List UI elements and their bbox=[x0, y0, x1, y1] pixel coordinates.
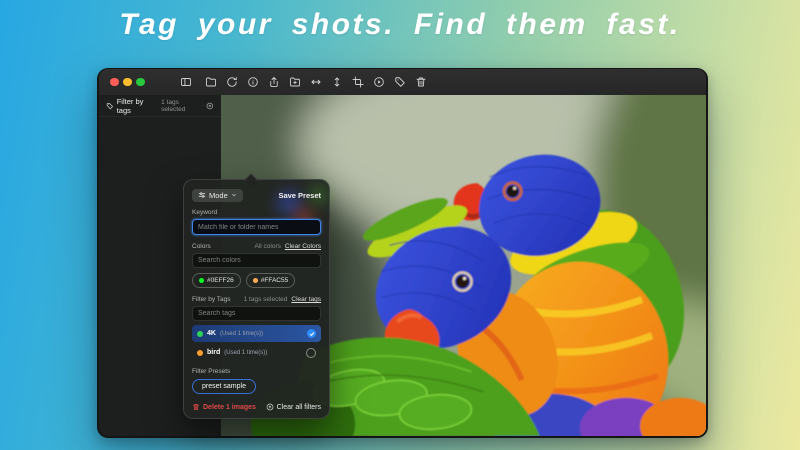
toolbar bbox=[205, 76, 428, 89]
app-window: Filter by tags 1 tags selected bbox=[97, 68, 708, 438]
close-button[interactable] bbox=[110, 78, 119, 87]
marketing-stage: Tag your shots. Find them fast. Filter b… bbox=[0, 0, 800, 450]
circle-x-icon bbox=[266, 403, 274, 411]
tag-color-dot bbox=[197, 350, 203, 356]
play-circle-icon[interactable] bbox=[373, 76, 386, 89]
zoom-button[interactable] bbox=[136, 78, 145, 87]
traffic-lights bbox=[110, 78, 145, 87]
tag-name: 4K bbox=[207, 330, 216, 337]
color-chip[interactable]: #0EFF26 bbox=[192, 273, 241, 288]
arrows-horizontal-icon[interactable] bbox=[310, 76, 323, 89]
minimize-button[interactable] bbox=[123, 78, 132, 87]
tag-name: bird bbox=[207, 349, 220, 356]
sidebar-toggle-icon[interactable] bbox=[180, 76, 192, 88]
color-hex: #0EFF26 bbox=[207, 277, 234, 284]
search-tags-input[interactable] bbox=[198, 310, 315, 317]
search-colors-input[interactable] bbox=[198, 257, 315, 264]
clear-selection-icon[interactable] bbox=[206, 102, 214, 110]
tag-color-dot bbox=[197, 331, 203, 337]
colors-label: Colors bbox=[192, 243, 211, 250]
clear-all-filters-label: Clear all filters bbox=[277, 404, 321, 411]
mode-label: Mode bbox=[209, 191, 228, 200]
color-dot bbox=[253, 278, 258, 283]
tag-icon bbox=[106, 102, 114, 110]
filter-by-tags-button[interactable]: Filter by tags 1 tags selected bbox=[99, 95, 221, 117]
filter-presets-label: Filter Presets bbox=[192, 368, 321, 375]
sliders-icon bbox=[198, 191, 206, 199]
tag-icon[interactable] bbox=[394, 76, 407, 89]
clear-all-filters-button[interactable]: Clear all filters bbox=[266, 403, 321, 411]
selected-count-badge: 1 tags selected bbox=[161, 99, 203, 113]
delete-images-button[interactable]: Delete 1 images bbox=[192, 403, 256, 411]
clear-colors-link[interactable]: Clear Colors bbox=[285, 243, 321, 250]
tags-selected-count: 1 tags selected bbox=[244, 296, 288, 303]
info-icon[interactable] bbox=[247, 76, 260, 89]
all-colors-link[interactable]: All colors bbox=[255, 243, 281, 250]
tag-row-4k[interactable]: 4K (Used 1 time(s)) bbox=[192, 325, 321, 342]
window-titlebar bbox=[99, 69, 706, 96]
chevron-down-icon bbox=[231, 192, 237, 198]
new-folder-icon[interactable] bbox=[289, 76, 302, 89]
keyword-field-wrap bbox=[192, 219, 321, 235]
color-hex: #FFAC55 bbox=[261, 277, 288, 284]
search-tags-wrap bbox=[192, 306, 321, 321]
rotate-icon[interactable] bbox=[226, 76, 239, 89]
filter-bar-title: Filter by tags bbox=[117, 97, 158, 115]
trash-icon bbox=[192, 403, 200, 411]
tag-usage: (Used 1 time(s)) bbox=[224, 350, 267, 356]
filter-by-tags-label: Filter by Tags bbox=[192, 296, 231, 303]
tag-unchecked-icon[interactable] bbox=[306, 348, 316, 358]
export-icon[interactable] bbox=[268, 76, 281, 89]
color-dot bbox=[199, 278, 204, 283]
mode-dropdown[interactable]: Mode bbox=[192, 189, 243, 202]
trash-icon[interactable] bbox=[415, 76, 428, 89]
delete-images-label: Delete 1 images bbox=[203, 404, 256, 411]
color-chip[interactable]: #FFAC55 bbox=[246, 273, 295, 288]
filter-popover: Mode Save Preset Keyword Colors All colo… bbox=[183, 179, 330, 419]
search-colors-wrap bbox=[192, 253, 321, 268]
tag-usage: (Used 1 time(s)) bbox=[220, 331, 263, 337]
tag-row-bird[interactable]: bird (Used 1 time(s)) bbox=[192, 344, 321, 361]
hero-headline: Tag your shots. Find them fast. bbox=[0, 8, 800, 42]
keyword-label: Keyword bbox=[192, 209, 321, 216]
folder-icon[interactable] bbox=[205, 76, 218, 89]
tag-checked-icon[interactable] bbox=[307, 329, 316, 338]
crop-icon[interactable] bbox=[352, 76, 365, 89]
preset-sample-button[interactable]: preset sample bbox=[192, 379, 256, 394]
save-preset-button[interactable]: Save Preset bbox=[278, 191, 321, 200]
clear-tags-link[interactable]: Clear tags bbox=[291, 296, 321, 303]
keyword-input[interactable] bbox=[198, 224, 315, 231]
arrows-vertical-icon[interactable] bbox=[331, 76, 344, 89]
